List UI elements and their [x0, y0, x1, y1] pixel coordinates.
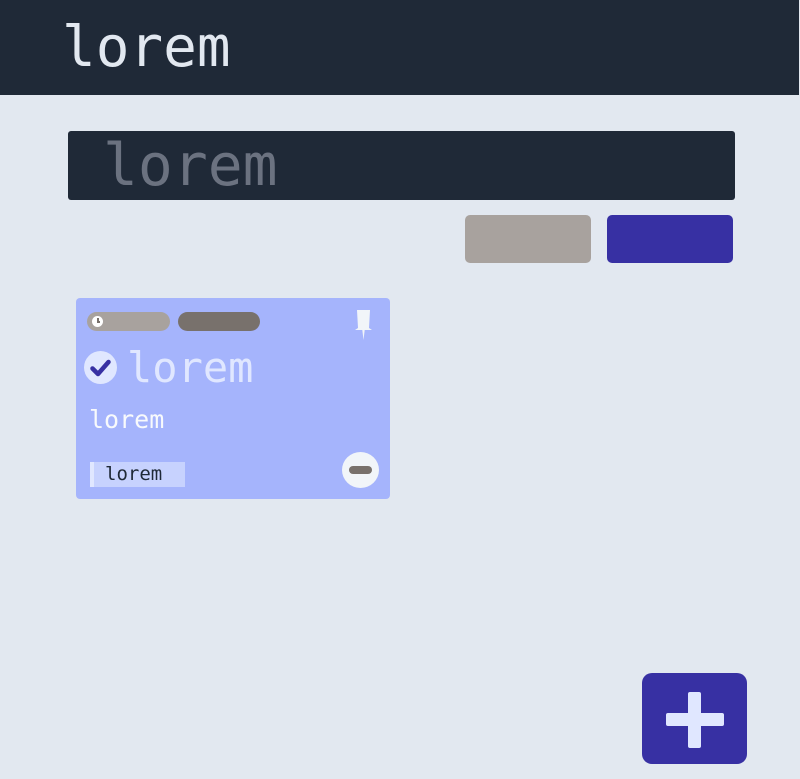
secondary-button[interactable]	[465, 215, 591, 263]
search-input[interactable]: lorem	[68, 131, 735, 200]
minus-circle-icon[interactable]	[342, 452, 379, 488]
label-chip[interactable]: lorem	[90, 462, 185, 487]
note-card[interactable]: lorem lorem lorem	[76, 298, 390, 499]
app-header: lorem	[0, 0, 799, 95]
time-tag[interactable]	[87, 312, 170, 331]
card-title: lorem	[127, 343, 254, 392]
plus-icon	[666, 692, 724, 748]
clock-icon	[92, 316, 103, 327]
search-input-text: lorem	[103, 131, 278, 199]
category-tag[interactable]	[178, 312, 260, 331]
page-title: lorem	[62, 15, 231, 80]
primary-button[interactable]	[607, 215, 733, 263]
pin-icon[interactable]	[355, 310, 372, 344]
add-button[interactable]	[642, 673, 747, 764]
card-body: lorem	[89, 405, 165, 434]
check-circle-icon[interactable]	[84, 351, 117, 384]
